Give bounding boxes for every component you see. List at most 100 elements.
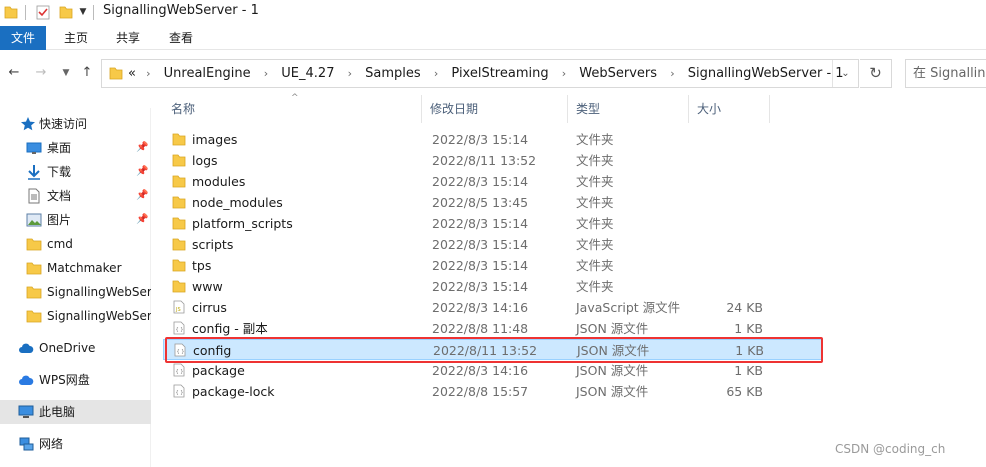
file-type: 文件夹 bbox=[576, 153, 614, 168]
file-modified: 2022/8/11 13:52 bbox=[432, 153, 537, 168]
up-arrow-icon[interactable]: ↑ bbox=[79, 65, 95, 81]
sidebar-item-label: 图片 bbox=[47, 213, 72, 227]
file-row[interactable]: node_modules 2022/8/5 13:45 文件夹 bbox=[163, 192, 823, 213]
pin-icon[interactable]: 📌 bbox=[136, 160, 148, 184]
folder-icon bbox=[172, 154, 186, 167]
pin-icon[interactable]: 📌 bbox=[136, 184, 148, 208]
sidebar-item-documents[interactable]: 文档 📌 bbox=[0, 184, 151, 208]
sidebar-item-wps[interactable]: WPS网盘 bbox=[0, 368, 151, 392]
file-row[interactable]: { } config - 副本 2022/8/8 11:48 JSON 源文件 1 KB bbox=[163, 318, 823, 339]
folder-icon bbox=[172, 196, 186, 209]
divider bbox=[25, 5, 26, 20]
pin-icon[interactable]: 📌 bbox=[136, 208, 148, 232]
chevron-right-icon: › bbox=[146, 67, 151, 80]
folder-icon bbox=[172, 133, 186, 146]
tab-file[interactable]: 文件 bbox=[0, 26, 46, 50]
forward-arrow-icon[interactable]: → bbox=[33, 65, 49, 81]
file-row[interactable]: modules 2022/8/3 15:14 文件夹 bbox=[163, 171, 823, 192]
column-header-size[interactable]: 大小 bbox=[689, 95, 769, 123]
tab-share[interactable]: 共享 bbox=[105, 26, 151, 50]
sidebar-item-onedrive[interactable]: OneDrive bbox=[0, 336, 151, 360]
sidebar-item-label: OneDrive bbox=[39, 341, 96, 355]
file-type: JSON 源文件 bbox=[576, 363, 649, 378]
column-header-type[interactable]: 类型 bbox=[568, 95, 688, 123]
breadcrumb-item[interactable]: PixelStreaming bbox=[451, 66, 548, 81]
breadcrumb: « › UnrealEngine › UE_4.27 › Samples › P… bbox=[128, 60, 844, 87]
properties-icon[interactable] bbox=[36, 4, 50, 20]
address-bar[interactable]: « › UnrealEngine › UE_4.27 › Samples › P… bbox=[101, 59, 859, 88]
file-size: 24 KB bbox=[726, 300, 763, 315]
breadcrumb-item[interactable]: UnrealEngine bbox=[164, 66, 251, 81]
sidebar-item-downloads[interactable]: 下载 📌 bbox=[0, 160, 151, 184]
folder-icon bbox=[26, 238, 42, 251]
json-file-icon: { } bbox=[173, 363, 185, 377]
wps-cloud-icon bbox=[19, 375, 34, 385]
sidebar-item-desktop[interactable]: 桌面 📌 bbox=[0, 136, 151, 160]
sidebar-item-matchmaker[interactable]: Matchmaker bbox=[0, 256, 151, 280]
file-modified: 2022/8/3 14:16 bbox=[432, 300, 529, 315]
folder-icon bbox=[26, 310, 42, 323]
file-name: images bbox=[192, 132, 238, 147]
sidebar-item-network[interactable]: 网络 bbox=[0, 432, 151, 456]
file-type: 文件夹 bbox=[576, 279, 614, 294]
svg-text:{ }: { } bbox=[176, 369, 184, 375]
sidebar-item-cmd[interactable]: cmd bbox=[0, 232, 151, 256]
sidebar-item-signalling-1[interactable]: SignallingWebServer bbox=[0, 280, 151, 304]
file-list: ^ 名称 修改日期 类型 大小 images 2022/8/3 15:14 文件夹 l… bbox=[163, 93, 986, 467]
folder-icon bbox=[26, 286, 42, 299]
recent-locations-icon[interactable]: ▼ bbox=[58, 65, 74, 81]
column-header-modified[interactable]: 修改日期 bbox=[422, 95, 567, 123]
folder-icon[interactable] bbox=[4, 4, 18, 20]
file-row[interactable]: { } package-lock 2022/8/8 15:57 JSON 源文件 65 … bbox=[163, 381, 823, 402]
svg-text:{ }: { } bbox=[176, 390, 184, 396]
tab-home[interactable]: 主页 bbox=[53, 26, 99, 50]
search-input[interactable]: 在 SignallingWebServer - 1 中搜索 bbox=[905, 59, 986, 88]
tab-view[interactable]: 查看 bbox=[158, 26, 204, 50]
new-folder-icon[interactable] bbox=[59, 4, 73, 20]
file-row[interactable]: logs 2022/8/11 13:52 文件夹 bbox=[163, 150, 823, 171]
file-row[interactable]: www 2022/8/3 15:14 文件夹 bbox=[163, 276, 823, 297]
column-header-name[interactable]: 名称 bbox=[163, 95, 421, 123]
column-divider[interactable] bbox=[769, 95, 770, 123]
file-row[interactable]: images 2022/8/3 15:14 文件夹 bbox=[163, 129, 823, 150]
watermark: CSDN @coding_ch bbox=[835, 442, 946, 456]
sidebar-item-this-pc[interactable]: 此电脑 bbox=[0, 400, 151, 424]
file-type: 文件夹 bbox=[576, 195, 614, 210]
customize-toolbar-icon[interactable]: ▼ bbox=[78, 4, 88, 20]
file-modified: 2022/8/3 15:14 bbox=[432, 258, 529, 273]
file-modified: 2022/8/5 13:45 bbox=[432, 195, 529, 210]
sidebar-item-quick-access[interactable]: 快速访问 bbox=[0, 112, 151, 136]
pin-icon[interactable]: 📌 bbox=[136, 136, 148, 160]
file-name: package bbox=[192, 363, 245, 378]
refresh-icon[interactable]: ↻ bbox=[860, 59, 892, 88]
breadcrumb-item[interactable]: WebServers bbox=[579, 66, 657, 81]
divider bbox=[93, 5, 94, 20]
file-row[interactable]: tps 2022/8/3 15:14 文件夹 bbox=[163, 255, 823, 276]
file-type: 文件夹 bbox=[576, 132, 614, 147]
file-row[interactable]: platform_scripts 2022/8/3 15:14 文件夹 bbox=[163, 213, 823, 234]
sidebar-item-pictures[interactable]: 图片 📌 bbox=[0, 208, 151, 232]
back-arrow-icon[interactable]: ← bbox=[6, 65, 22, 81]
file-row[interactable]: scripts 2022/8/3 15:14 文件夹 bbox=[163, 234, 823, 255]
sidebar-item-signalling-2[interactable]: SignallingWebServer bbox=[0, 304, 151, 328]
file-row[interactable]: { } package 2022/8/3 14:16 JSON 源文件 1 KB bbox=[163, 360, 823, 381]
breadcrumb-overflow[interactable]: « bbox=[128, 66, 136, 81]
file-name: tps bbox=[192, 258, 212, 273]
file-name: logs bbox=[192, 153, 218, 168]
file-modified: 2022/8/8 11:48 bbox=[432, 321, 529, 336]
file-name: config - 副本 bbox=[192, 321, 268, 336]
chevron-down-icon[interactable]: ⌄ bbox=[832, 60, 858, 87]
breadcrumb-item[interactable]: UE_4.27 bbox=[281, 66, 334, 81]
breadcrumb-item[interactable]: SignallingWebServer - 1 bbox=[688, 66, 844, 81]
chevron-right-icon: › bbox=[347, 67, 353, 80]
file-name: platform_scripts bbox=[192, 216, 293, 231]
sidebar-item-label: SignallingWebServer bbox=[47, 309, 151, 323]
folder-icon bbox=[109, 67, 123, 80]
breadcrumb-item[interactable]: Samples bbox=[365, 66, 421, 81]
picture-icon bbox=[26, 213, 42, 227]
sidebar-item-label: 桌面 bbox=[47, 141, 72, 155]
file-row[interactable]: JS cirrus 2022/8/3 14:16 JavaScript 源文件 24 K… bbox=[163, 297, 823, 318]
file-size: 65 KB bbox=[726, 384, 763, 399]
sidebar-item-label: 此电脑 bbox=[39, 405, 76, 419]
window-title: SignallingWebServer - 1 bbox=[103, 3, 259, 18]
